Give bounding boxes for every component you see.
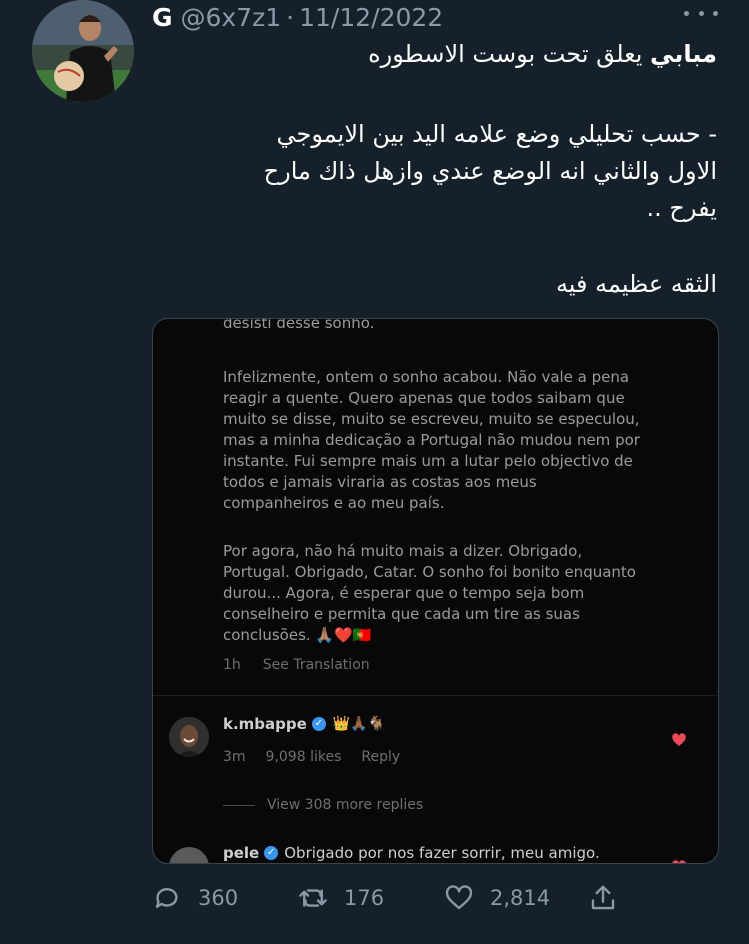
pele-avatar [169, 847, 209, 863]
ig-line: muito se disse, muito se escreveu, muito… [223, 410, 640, 428]
ig-line: companheiros e ao meu país. [223, 494, 445, 512]
comment-username: k.mbappe ✓ 👑🙏🏾🐐 [223, 715, 385, 733]
ig-post-meta: 1h See Translation [223, 657, 370, 673]
comment-pele: pele ✓ Obrigado por nos fazer sorrir, me… [223, 844, 600, 862]
separator-dot: · [286, 2, 295, 32]
retweet-icon [299, 889, 327, 907]
view-more-replies: View 308 more replies [223, 797, 423, 813]
ig-paragraph-2: Por agora, não há muito mais a dizer. Ob… [223, 541, 636, 646]
ig-line: reagir a quente. Quero apenas que todos … [223, 389, 625, 407]
tweet-line-5: الثقه عظيمه فيه [555, 270, 717, 298]
like-icon [445, 885, 473, 910]
retweet-count: 176 [344, 886, 385, 910]
pele-comment-text: Obrigado por nos fazer sorrir, meu amigo… [284, 844, 600, 862]
pele-username: pele [223, 844, 260, 862]
user-handle[interactable]: @6x7z1 [181, 3, 282, 32]
ig-line: Por agora, não há muito mais a dizer. Ob… [223, 542, 583, 560]
comment-time: 3m [223, 749, 246, 765]
tweet-header: G @6x7z1 · 11/12/2022 [152, 2, 443, 32]
verified-icon: ✓ [264, 846, 279, 860]
mbappe-username: k.mbappe [223, 715, 307, 733]
ig-line: Infelizmente, ontem o sonho acabou. Não … [223, 368, 630, 386]
tweet-line-1-rest: يعلق تحت بوست الاسطوره [368, 40, 651, 68]
ig-post-time: 1h [223, 657, 241, 673]
ig-line: instante. Fui sempre mais um a lutar pel… [223, 452, 633, 470]
tweet-date[interactable]: 11/12/2022 [299, 3, 443, 32]
reply-icon [155, 888, 178, 908]
ig-line: Portugal. Obrigado, Catar. O sonho foi b… [223, 563, 636, 581]
tweet-actions: 360 176 2,814 [152, 878, 722, 918]
comment-likes: 9,098 likes [265, 749, 342, 765]
share-icon [591, 885, 615, 910]
comment-reply: Reply [361, 749, 401, 765]
divider [153, 695, 718, 696]
tweet-media-image[interactable]: desisti desse sonho. Infelizmente, ontem… [152, 318, 719, 864]
ig-line: durou... Agora, é esperar que o tempo se… [223, 584, 585, 602]
ig-cut-line: desisti desse sonho. [223, 318, 375, 332]
comment-emojis: 👑🙏🏾🐐 [332, 716, 386, 732]
tweet-line-3: الاول والثاني انه الوضع عندي وازهل ذاك م… [263, 157, 717, 185]
ig-line: mas a minha dedicação a Portugal não mud… [223, 431, 640, 449]
ig-paragraph-1: Infelizmente, ontem o sonho acabou. Não … [223, 367, 640, 514]
ig-line: conselheiro e permita que cada um tire a… [223, 605, 580, 623]
tweet-bold-word: مبابي [650, 40, 717, 68]
view-more-line [223, 804, 255, 806]
more-icon[interactable] [684, 6, 718, 20]
view-more-text: View 308 more replies [267, 797, 424, 813]
share-button[interactable] [588, 878, 618, 918]
retweet-button[interactable]: 176 [298, 878, 384, 918]
ig-line: conclusões. 🙏🏽❤️🇵🇹 [223, 626, 372, 644]
display-name[interactable]: G [152, 3, 173, 32]
heart-icon [672, 733, 686, 746]
avatar-image [32, 0, 134, 102]
mbappe-avatar [169, 717, 209, 757]
avatar[interactable] [32, 0, 134, 102]
tweet-line-2: - حسب تحليلي وضع علامه اليد بين الايموجي [276, 120, 717, 148]
tweet-line-4: يفرح .. [646, 194, 717, 222]
heart-icon [672, 860, 686, 863]
reply-count: 360 [198, 886, 239, 910]
verified-icon: ✓ [311, 717, 326, 731]
like-button[interactable]: 2,814 [444, 878, 550, 918]
comment-meta: 3m 9,098 likes Reply [223, 749, 420, 765]
see-translation-link: See Translation [262, 657, 370, 673]
ig-line: todos e jamais viraria as costas aos meu… [223, 473, 537, 491]
tweet-line-1: مبابي يعلق تحت بوست الاسطوره [368, 36, 717, 72]
reply-button[interactable]: 360 [152, 878, 238, 918]
like-count: 2,814 [490, 886, 551, 910]
